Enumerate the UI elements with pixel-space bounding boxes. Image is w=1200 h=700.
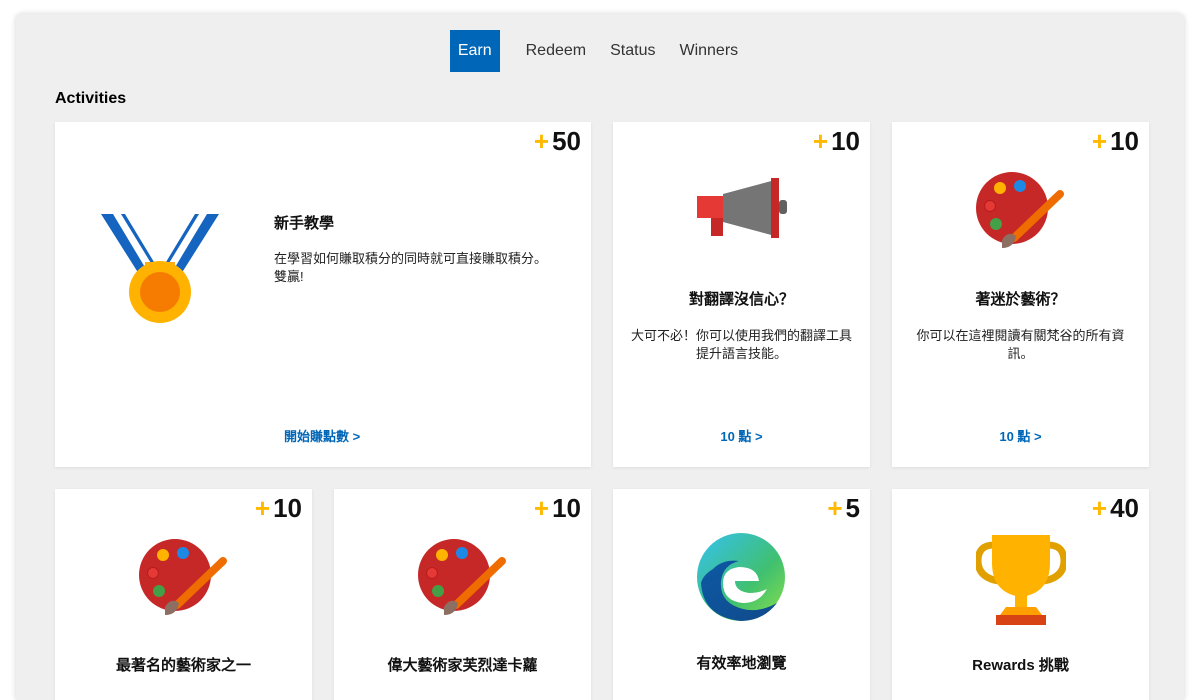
card-title: 著迷於藝術？ xyxy=(975,291,1066,308)
plus-sign: + xyxy=(254,493,271,523)
activity-card-art[interactable]: + 10 著迷於藝術？ 你可以在這裡閱讀有關梵谷的所有資訊。 10 點 > xyxy=(892,122,1149,467)
activity-card-tutorial[interactable]: + 50 新手教學 在學習如何賺取積分的同時就可直接賺取積分。雙贏! 開始賺點數… xyxy=(55,122,591,467)
points-badge: + 50 xyxy=(534,126,581,157)
activity-card-edge[interactable]: + 5 有效率地瀏覽 xyxy=(613,489,870,700)
points-value: 50 xyxy=(552,126,581,156)
trophy-icon xyxy=(976,535,1066,625)
plus-sign: + xyxy=(533,493,550,523)
rewards-page: Earn Redeem Status Winners Activities + … xyxy=(16,14,1184,700)
section-title: Activities xyxy=(55,90,127,107)
plus-sign: + xyxy=(533,126,550,156)
activity-card-rewards-challenge[interactable]: + 40 Rewards 挑戰 xyxy=(892,489,1149,700)
tab-bar: Earn Redeem Status Winners xyxy=(16,30,1184,72)
plus-sign: + xyxy=(1091,493,1108,523)
points-value: 10 xyxy=(1110,126,1139,156)
activity-card-translator[interactable]: + 10 對翻譯沒信心？ 大可不必！你可以使用我們的翻譯工具提升語言技能。 10… xyxy=(613,122,870,467)
edge-browser-icon xyxy=(697,533,785,621)
card-title: 對翻譯沒信心？ xyxy=(688,291,794,308)
points-value: 10 xyxy=(552,493,581,523)
plus-sign: + xyxy=(812,126,829,156)
points-badge: + 10 xyxy=(1092,126,1139,157)
card-description: 你可以在這裡閱讀有關梵谷的所有資訊。 xyxy=(916,328,1125,361)
points-value: 40 xyxy=(1110,493,1139,523)
start-earning-link[interactable]: 開始賺點數 > xyxy=(284,426,360,445)
palette-icon xyxy=(139,539,227,615)
palette-icon xyxy=(418,539,506,615)
points-value: 5 xyxy=(845,493,860,523)
tab-winners[interactable]: Winners xyxy=(667,30,750,72)
tab-redeem[interactable]: Redeem xyxy=(514,30,598,72)
plus-sign: + xyxy=(1091,126,1108,156)
points-badge: + 5 xyxy=(827,493,860,524)
plus-sign: + xyxy=(827,493,843,523)
medal-icon xyxy=(101,214,219,323)
points-link[interactable]: 10 點 > xyxy=(613,426,870,445)
points-badge: + 40 xyxy=(1092,493,1139,524)
card-description: 大可不必！你可以使用我們的翻譯工具提升語言技能。 xyxy=(630,328,852,361)
card-title: Rewards 挑戰 xyxy=(972,657,1069,674)
card-title: 新手教學 xyxy=(274,215,335,232)
points-badge: + 10 xyxy=(534,493,581,524)
tab-earn[interactable]: Earn xyxy=(449,30,500,72)
card-title: 偉大藝術家芙烈達卡蘿 xyxy=(387,657,538,674)
points-link[interactable]: 10 點 > xyxy=(892,426,1149,445)
points-value: 10 xyxy=(273,493,302,523)
card-title: 有效率地瀏覽 xyxy=(696,655,787,672)
tab-status[interactable]: Status xyxy=(598,30,667,72)
points-value: 10 xyxy=(831,126,860,156)
megaphone-icon xyxy=(697,178,787,238)
card-description: 在學習如何賺取積分的同時就可直接賺取積分。雙贏! xyxy=(274,251,548,284)
palette-icon xyxy=(976,172,1064,248)
activity-card-famous-artist[interactable]: + 10 最著名的藝術家之一 xyxy=(55,489,312,700)
card-title: 最著名的藝術家之一 xyxy=(115,657,251,674)
points-badge: + 10 xyxy=(813,126,860,157)
points-badge: + 10 xyxy=(255,493,302,524)
activity-card-frida-kahlo[interactable]: + 10 偉大藝術家芙烈達卡蘿 xyxy=(334,489,591,700)
